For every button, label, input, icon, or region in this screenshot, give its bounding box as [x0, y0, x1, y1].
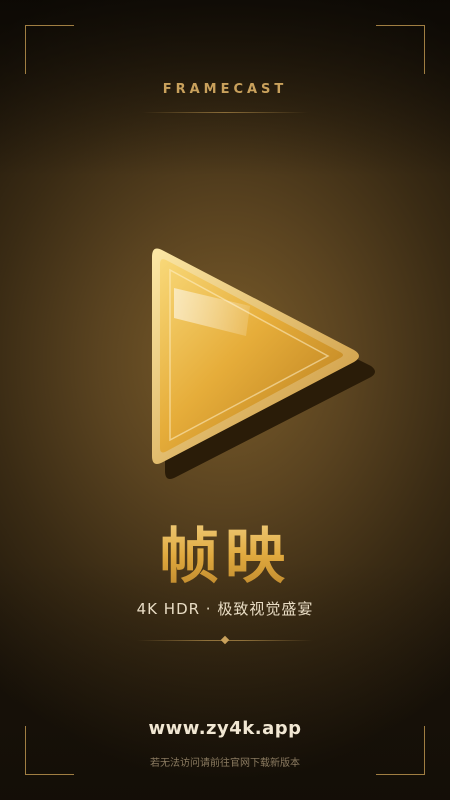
corner-bracket-top-right	[376, 25, 425, 74]
website-link[interactable]: www.zy4k.app	[0, 718, 450, 739]
fallback-hint: 若无法访问请前往官网下载新版本	[150, 758, 300, 769]
diamond-ornament-icon	[220, 635, 230, 645]
corner-bracket-top-left	[25, 25, 74, 74]
app-title: 帧映	[0, 508, 450, 595]
brand-name: FRAMECAST	[162, 82, 288, 97]
brand-divider	[142, 112, 308, 113]
app-tagline: 4K HDR · 极致视觉盛宴	[136, 600, 314, 618]
splash-screen: FRAMECAST 帧映 4K HDR · 极致视觉盛宴 www.zy4k.ap…	[0, 0, 450, 800]
play-triangle-logo-icon	[152, 248, 375, 479]
